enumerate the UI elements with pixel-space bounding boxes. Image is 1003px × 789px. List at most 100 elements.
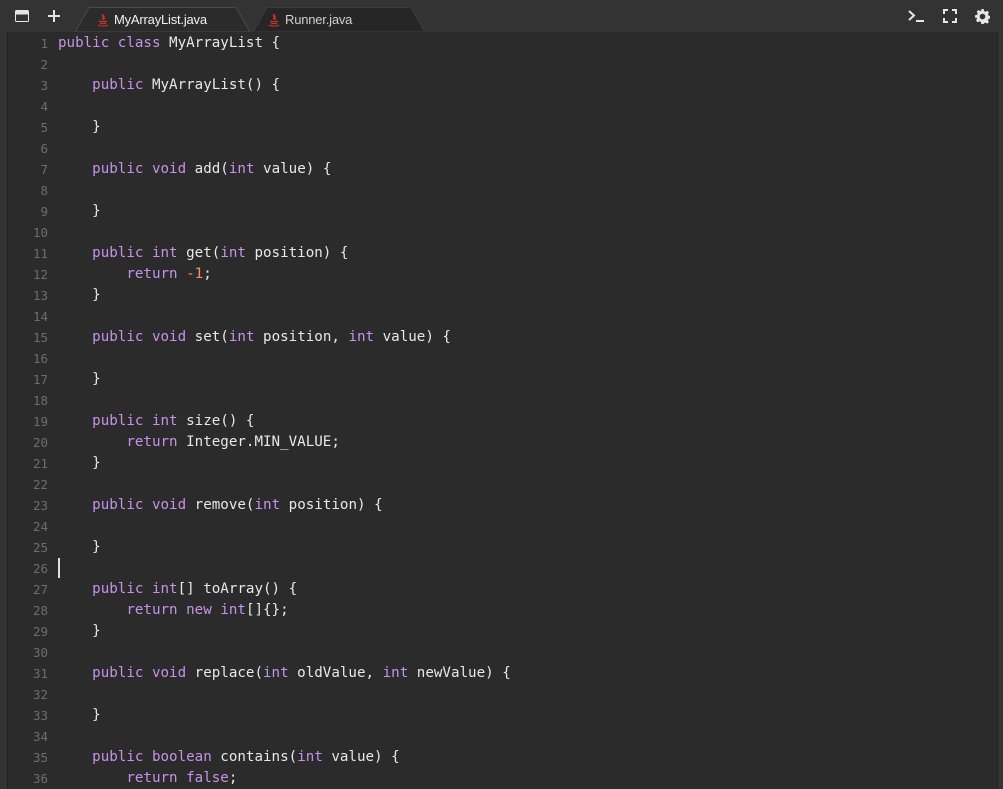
code-line[interactable]: 17 } xyxy=(8,369,997,390)
tab-runner-java[interactable]: Runner.java xyxy=(253,7,425,32)
code-line[interactable]: 29 } xyxy=(8,621,997,642)
code-line[interactable]: 25 } xyxy=(8,537,997,558)
terminal-icon[interactable] xyxy=(906,6,926,26)
keyword-token: return xyxy=(126,770,178,786)
code-token: replace( xyxy=(186,665,264,681)
line-number: 35 xyxy=(32,750,48,765)
code-text: return new int[]{}; xyxy=(58,600,289,621)
keyword-token: false xyxy=(186,770,229,786)
line-number: 20 xyxy=(32,435,48,450)
code-line[interactable]: 13 } xyxy=(8,285,997,306)
code-line[interactable]: 33 } xyxy=(8,705,997,726)
code-line[interactable]: 9 } xyxy=(8,201,997,222)
line-number: 12 xyxy=(32,267,48,282)
code-line[interactable]: 21 } xyxy=(8,453,997,474)
line-number: 11 xyxy=(32,246,48,261)
code-line[interactable]: 18 xyxy=(8,390,997,411)
code-line[interactable]: 1 public class MyArrayList { xyxy=(8,33,997,54)
line-number: 10 xyxy=(32,225,48,240)
code-text: } xyxy=(58,117,101,138)
keyword-token: class xyxy=(117,35,161,51)
code-line[interactable]: 5 } xyxy=(8,117,997,138)
code-line[interactable]: 6 xyxy=(8,138,997,159)
code-token: MyArrayList { xyxy=(160,35,281,51)
code-token: Integer.MIN_VALUE; xyxy=(177,434,340,450)
line-number: 26 xyxy=(32,561,48,576)
code-token: add( xyxy=(186,161,229,177)
code-token: } xyxy=(58,623,101,639)
code-line[interactable]: 35 public boolean contains(int value) { xyxy=(8,747,997,768)
code-token: } xyxy=(58,707,101,723)
line-number: 24 xyxy=(32,519,48,534)
code-line[interactable]: 10 xyxy=(8,222,997,243)
code-line[interactable]: 27 public int[] toArray() { xyxy=(8,579,997,600)
keyword-token: public xyxy=(58,35,110,51)
code-line[interactable]: 28 return new int[]{}; xyxy=(8,600,997,621)
code-line[interactable]: 31 public void replace(int oldValue, int… xyxy=(8,663,997,684)
code-line[interactable]: 15 public void set(int position, int val… xyxy=(8,327,997,348)
code-token: value) { xyxy=(254,161,332,177)
line-number: 33 xyxy=(32,708,48,723)
code-text: public int[] toArray() { xyxy=(58,579,297,600)
line-number: 19 xyxy=(32,414,48,429)
gear-icon[interactable] xyxy=(972,6,992,26)
plus-icon[interactable] xyxy=(44,6,64,26)
code-text: public int get(int position) { xyxy=(58,243,348,264)
code-line[interactable]: 16 xyxy=(8,348,997,369)
code-text: } xyxy=(58,621,101,642)
code-text: } xyxy=(58,285,101,306)
code-token: []{}; xyxy=(245,602,289,618)
keyword-token: boolean xyxy=(151,749,212,765)
line-number: 21 xyxy=(32,456,48,471)
code-line[interactable]: 4 xyxy=(8,96,997,117)
code-token: position) { xyxy=(280,497,383,513)
keyword-token: public xyxy=(92,665,144,681)
line-number: 29 xyxy=(32,624,48,639)
code-line[interactable]: 23 public void remove(int position) { xyxy=(8,495,997,516)
line-number: 18 xyxy=(32,393,48,408)
code-line[interactable]: 8 xyxy=(8,180,997,201)
code-token: MyArrayList() { xyxy=(143,77,281,93)
line-number: 34 xyxy=(32,729,48,744)
keyword-token: return xyxy=(126,266,178,282)
code-line[interactable]: 30 xyxy=(8,642,997,663)
keyword-token: void xyxy=(151,161,187,177)
code-line[interactable]: 7 public void add(int value) { xyxy=(8,159,997,180)
code-text: return false; xyxy=(58,768,237,789)
code-token: ; xyxy=(228,770,238,786)
line-number: 9 xyxy=(40,204,48,219)
tab-label: MyArrayList.java xyxy=(114,12,207,27)
line-number: 31 xyxy=(32,666,48,681)
keyword-token: public xyxy=(92,749,144,765)
code-line[interactable]: 20 return Integer.MIN_VALUE; xyxy=(8,432,997,453)
code-line[interactable]: 22 xyxy=(8,474,997,495)
code-line[interactable]: 2 xyxy=(8,54,997,75)
code-token: contains( xyxy=(211,749,298,765)
code-line[interactable]: 11 public int get(int position) { xyxy=(8,243,997,264)
code-line[interactable]: 3 public MyArrayList() { xyxy=(8,75,997,96)
top-bar: Runner.java MyArrayList.java xyxy=(0,0,1003,32)
line-number: 3 xyxy=(40,78,48,93)
code-line[interactable]: 14 xyxy=(8,306,997,327)
tab-myarraylist-java[interactable]: MyArrayList.java xyxy=(75,7,250,32)
code-line[interactable]: 34 xyxy=(8,726,997,747)
code-token: value) { xyxy=(374,329,451,345)
panel-icon[interactable] xyxy=(12,6,32,26)
code-line[interactable]: 26 xyxy=(8,558,997,579)
code-line[interactable]: 24 xyxy=(8,516,997,537)
code-line[interactable]: 36 return false; xyxy=(8,768,997,789)
code-editor[interactable]: 1 public class MyArrayList {2 3 public MyA… xyxy=(7,32,998,789)
code-token: newValue) { xyxy=(408,665,511,681)
code-token: position) { xyxy=(245,245,349,261)
fullscreen-icon[interactable] xyxy=(940,6,960,26)
code-line[interactable]: 32 xyxy=(8,684,997,705)
line-number: 4 xyxy=(40,99,48,114)
keyword-token: void xyxy=(151,497,187,513)
code-line[interactable]: 19 public int size() { xyxy=(8,411,997,432)
code-line[interactable]: 12 return -1; xyxy=(8,264,997,285)
